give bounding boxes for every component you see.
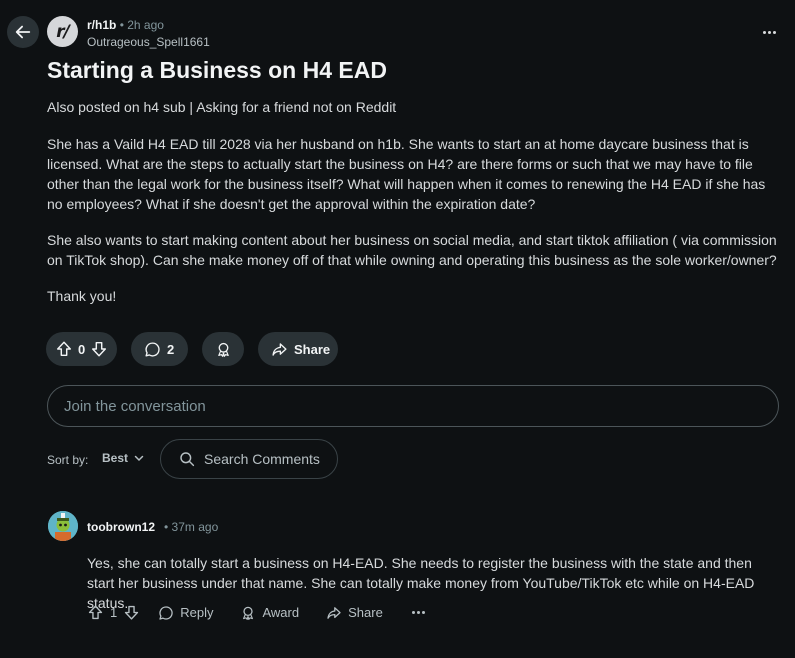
more-options-button[interactable]: [761, 24, 777, 40]
sort-label: Sort by:: [47, 453, 89, 467]
more-icon: [411, 611, 415, 614]
search-comments-placeholder: Search Comments: [204, 451, 320, 467]
comment-count: 2: [167, 341, 175, 357]
downvote-icon[interactable]: [90, 340, 108, 358]
award-icon: [243, 606, 254, 620]
post-author[interactable]: Outrageous_Spell1661: [87, 35, 210, 49]
meta-separator: •: [119, 18, 124, 32]
award-label: Award: [262, 605, 300, 620]
comment-meta: • 37m ago: [164, 520, 218, 534]
comment-icon: [159, 605, 173, 620]
comment-share-button[interactable]: Share: [326, 605, 383, 621]
post-time: 2h ago: [127, 18, 164, 32]
post-body: Also posted on h4 sub | Asking for a fri…: [47, 97, 782, 322]
comment-vote-count: 1: [110, 605, 118, 620]
avatar-icon: [48, 511, 78, 541]
vote-control: 0: [46, 332, 117, 366]
upvote-icon[interactable]: [55, 340, 73, 358]
subreddit-link[interactable]: r/h1b: [87, 18, 116, 32]
comment-actions: 1 Reply Award Share: [87, 604, 425, 621]
comment-author[interactable]: toobrown12: [87, 520, 155, 534]
subreddit-avatar[interactable]: r/: [47, 16, 78, 47]
sort-dropdown[interactable]: Best: [102, 451, 144, 465]
award-button[interactable]: [202, 332, 244, 366]
reply-label: Reply: [180, 605, 214, 620]
share-button[interactable]: Share: [258, 332, 338, 366]
chevron-down-icon: [134, 455, 144, 462]
comment-more-button[interactable]: [411, 611, 425, 614]
sort-value: Best: [102, 451, 129, 465]
join-placeholder: Join the conversation: [64, 397, 206, 415]
post-paragraph: Thank you!: [47, 288, 117, 304]
vote-count: 0: [78, 341, 86, 357]
post-paragraph: She also wants to start making content a…: [47, 232, 777, 268]
comments-button[interactable]: 2: [131, 332, 188, 366]
post-paragraph: She has a Vaild H4 EAD till 2028 via her…: [47, 136, 766, 212]
join-conversation-input[interactable]: Join the conversation: [47, 385, 779, 427]
share-icon: [327, 606, 341, 619]
search-icon: [180, 452, 195, 467]
downvote-icon[interactable]: [123, 604, 140, 621]
upvote-icon[interactable]: [87, 604, 104, 621]
comment-icon: [145, 341, 160, 357]
post-actions: 0 2 Share: [46, 332, 338, 366]
post-page: r/ r/h1b • 2h ago Outrageous_Spell1661 S…: [0, 0, 795, 658]
comment-separator: •: [164, 520, 169, 534]
share-icon: [272, 342, 287, 356]
avatar[interactable]: [48, 511, 78, 541]
comment-share-label: Share: [348, 605, 383, 620]
post-meta: r/h1b • 2h ago: [87, 18, 164, 32]
award-icon: [217, 342, 229, 357]
comment-award-button[interactable]: Award: [240, 605, 299, 621]
comment-vote-control: 1: [87, 604, 140, 621]
share-label: Share: [294, 341, 331, 357]
back-arrow-icon: [15, 25, 31, 39]
post-paragraph: Also posted on h4 sub | Asking for a fri…: [47, 99, 397, 115]
post-title: Starting a Business on H4 EAD: [47, 57, 387, 83]
back-button[interactable]: [7, 16, 39, 48]
reply-button[interactable]: Reply: [158, 605, 213, 621]
comment-time: 37m ago: [171, 520, 219, 534]
more-icon: [762, 30, 766, 34]
search-comments-input[interactable]: Search Comments: [160, 439, 338, 479]
